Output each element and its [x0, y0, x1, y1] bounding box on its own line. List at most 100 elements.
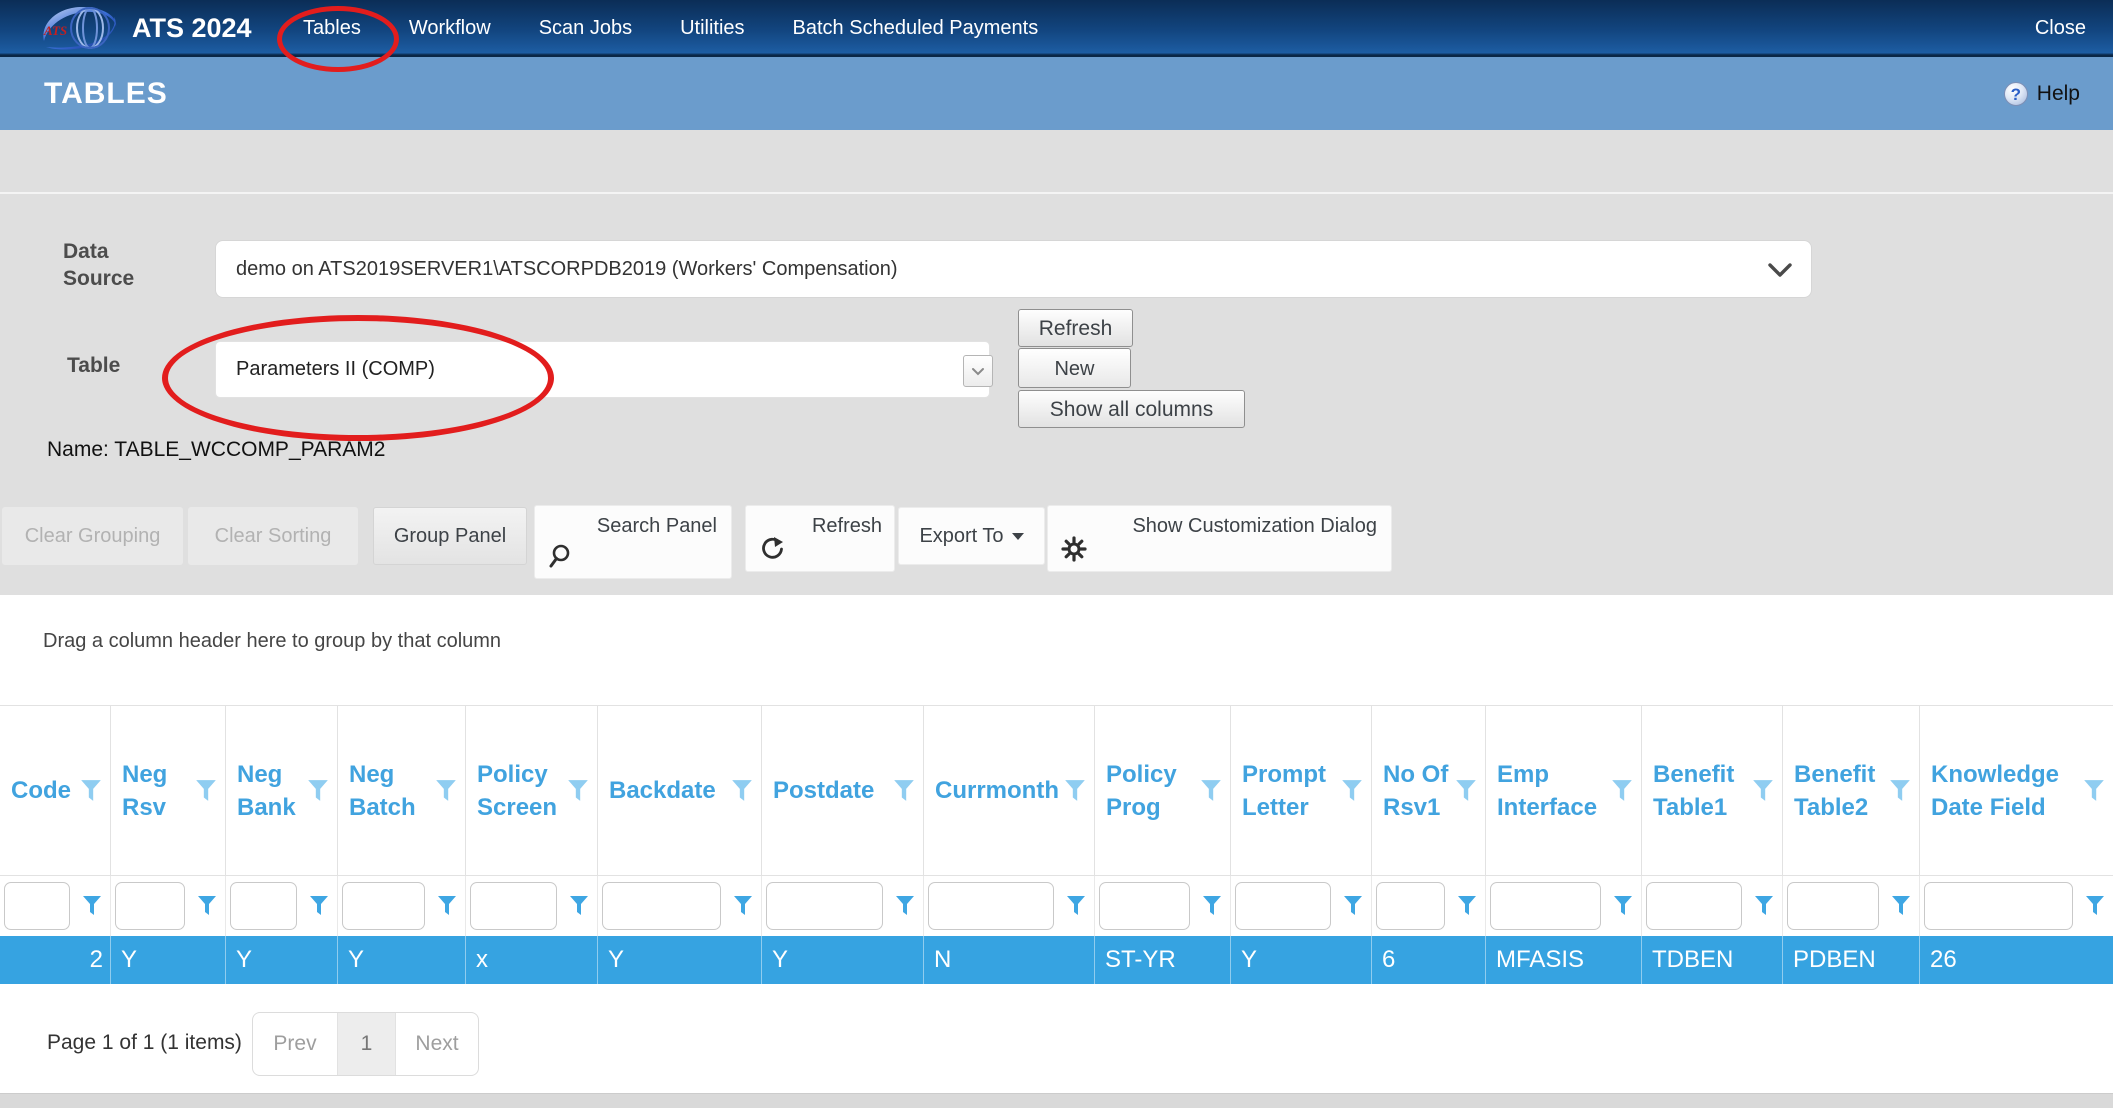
dropdown-caret-icon	[1012, 533, 1024, 540]
filter-funnel-icon[interactable]	[1754, 895, 1774, 917]
filter-funnel-icon[interactable]	[1200, 779, 1222, 803]
new-button[interactable]: New	[1018, 348, 1131, 388]
filter-funnel-icon[interactable]	[1066, 895, 1086, 917]
gear-icon	[1061, 536, 1087, 562]
help-button[interactable]: ? Help	[2004, 57, 2080, 130]
filter-funnel-icon[interactable]	[307, 779, 329, 803]
column-header-code[interactable]: Code	[0, 706, 110, 875]
filter-cell-policy-prog	[1094, 876, 1230, 936]
grid-filter-row	[0, 876, 2113, 936]
table-dropdown[interactable]: Parameters II (COMP)	[215, 341, 990, 398]
column-header-prompt-letter[interactable]: Prompt Letter	[1230, 706, 1371, 875]
close-button[interactable]: Close	[2035, 0, 2086, 57]
filter-input-knowledge-date-field[interactable]	[1924, 882, 2073, 930]
clear-grouping-button[interactable]: Clear Grouping	[2, 507, 183, 565]
filter-funnel-icon[interactable]	[893, 779, 915, 803]
grid-refresh-button[interactable]: Refresh	[745, 505, 895, 572]
column-header-benefit-table1[interactable]: Benefit Table1	[1641, 706, 1782, 875]
nav-item-scan-jobs[interactable]: Scan Jobs	[539, 17, 632, 40]
filter-funnel-icon[interactable]	[567, 779, 589, 803]
filter-funnel-icon[interactable]	[1457, 895, 1477, 917]
filter-funnel-icon[interactable]	[1202, 895, 1222, 917]
column-header-benefit-table2[interactable]: Benefit Table2	[1782, 706, 1919, 875]
filter-funnel-icon[interactable]	[733, 895, 753, 917]
filter-cell-knowledge-date-field	[1919, 876, 2113, 936]
refresh-button[interactable]: Refresh	[1018, 309, 1133, 347]
filter-input-benefit-table1[interactable]	[1646, 882, 1742, 930]
filter-funnel-icon[interactable]	[569, 895, 589, 917]
pager-next-button[interactable]: Next	[396, 1013, 478, 1075]
filter-input-backdate[interactable]	[602, 882, 721, 930]
filter-input-policy-screen[interactable]	[470, 882, 557, 930]
column-header-postdate[interactable]: Postdate	[761, 706, 923, 875]
filter-funnel-icon[interactable]	[197, 895, 217, 917]
filter-input-policy-prog[interactable]	[1099, 882, 1190, 930]
group-panel-button[interactable]: Group Panel	[373, 507, 527, 565]
filter-cell-emp-interface	[1485, 876, 1641, 936]
pager-page-1-button[interactable]: 1	[337, 1013, 396, 1075]
cell-neg-batch: Y	[337, 936, 465, 984]
nav-item-utilities[interactable]: Utilities	[680, 17, 744, 40]
filter-input-no-of-rsv1[interactable]	[1376, 882, 1445, 930]
nav-item-workflow[interactable]: Workflow	[409, 17, 491, 40]
filter-funnel-icon[interactable]	[1752, 779, 1774, 803]
filter-cell-neg-batch	[337, 876, 465, 936]
filter-input-postdate[interactable]	[766, 882, 883, 930]
column-header-neg-batch[interactable]: Neg Batch	[337, 706, 465, 875]
cell-postdate: Y	[761, 936, 923, 984]
pager-prev-button[interactable]: Prev	[253, 1013, 337, 1075]
filter-funnel-icon[interactable]	[309, 895, 329, 917]
filter-input-benefit-table2[interactable]	[1787, 882, 1879, 930]
filter-input-prompt-letter[interactable]	[1235, 882, 1331, 930]
cell-benefit-table1: TDBEN	[1641, 936, 1782, 984]
column-header-emp-interface[interactable]: Emp Interface	[1485, 706, 1641, 875]
section-divider	[0, 192, 2113, 194]
column-header-policy-screen[interactable]: Policy Screen	[465, 706, 597, 875]
search-panel-button[interactable]: Search Panel	[534, 505, 732, 579]
table-dropdown-button[interactable]	[963, 355, 993, 387]
column-header-backdate[interactable]: Backdate	[597, 706, 761, 875]
filter-funnel-icon[interactable]	[1341, 779, 1363, 803]
filter-input-currmonth[interactable]	[928, 882, 1054, 930]
filter-input-neg-batch[interactable]	[342, 882, 425, 930]
filter-funnel-icon[interactable]	[895, 895, 915, 917]
filter-input-code[interactable]	[4, 882, 70, 930]
filter-input-neg-rsv[interactable]	[115, 882, 185, 930]
chevron-down-icon	[971, 367, 985, 376]
grid-data-row-selected[interactable]: 2YYYxYYNST-YRY6MFASISTDBENPDBEN26	[0, 936, 2113, 984]
filter-funnel-icon[interactable]	[82, 895, 102, 917]
export-to-button[interactable]: Export To	[898, 507, 1045, 565]
filter-funnel-icon[interactable]	[1611, 779, 1633, 803]
filter-funnel-icon[interactable]	[1455, 779, 1477, 803]
filter-funnel-icon[interactable]	[2083, 779, 2105, 803]
column-header-policy-prog[interactable]: Policy Prog	[1094, 706, 1230, 875]
data-source-dropdown[interactable]: demo on ATS2019SERVER1\ATSCORPDB2019 (Wo…	[215, 240, 1812, 298]
show-customization-dialog-button[interactable]: Show Customization Dialog	[1047, 505, 1392, 572]
nav-item-tables[interactable]: Tables	[303, 17, 361, 40]
filter-funnel-icon[interactable]	[731, 779, 753, 803]
filter-cell-benefit-table1	[1641, 876, 1782, 936]
filter-funnel-icon[interactable]	[2085, 895, 2105, 917]
filter-funnel-icon[interactable]	[437, 895, 457, 917]
column-header-neg-bank[interactable]: Neg Bank	[225, 706, 337, 875]
filter-input-emp-interface[interactable]	[1490, 882, 1601, 930]
search-icon	[548, 543, 572, 569]
clear-sorting-button[interactable]: Clear Sorting	[188, 507, 358, 565]
column-header-no-of-rsv1[interactable]: No Of Rsv1	[1371, 706, 1485, 875]
filter-funnel-icon[interactable]	[1889, 779, 1911, 803]
filter-funnel-icon[interactable]	[1343, 895, 1363, 917]
page-title: TABLES	[44, 57, 168, 130]
show-all-columns-button[interactable]: Show all columns	[1018, 390, 1245, 428]
nav-item-batch-scheduled-payments[interactable]: Batch Scheduled Payments	[793, 17, 1039, 40]
filter-funnel-icon[interactable]	[1891, 895, 1911, 917]
filter-funnel-icon[interactable]	[80, 779, 102, 803]
filter-funnel-icon[interactable]	[1064, 779, 1086, 803]
column-header-knowledge-date-field[interactable]: Knowledge Date Field	[1919, 706, 2113, 875]
filter-funnel-icon[interactable]	[435, 779, 457, 803]
column-header-currmonth[interactable]: Currmonth	[923, 706, 1094, 875]
column-header-neg-rsv[interactable]: Neg Rsv	[110, 706, 225, 875]
pager-summary-text: Page 1 of 1 (1 items)	[47, 1012, 242, 1074]
filter-funnel-icon[interactable]	[195, 779, 217, 803]
filter-funnel-icon[interactable]	[1613, 895, 1633, 917]
filter-input-neg-bank[interactable]	[230, 882, 297, 930]
